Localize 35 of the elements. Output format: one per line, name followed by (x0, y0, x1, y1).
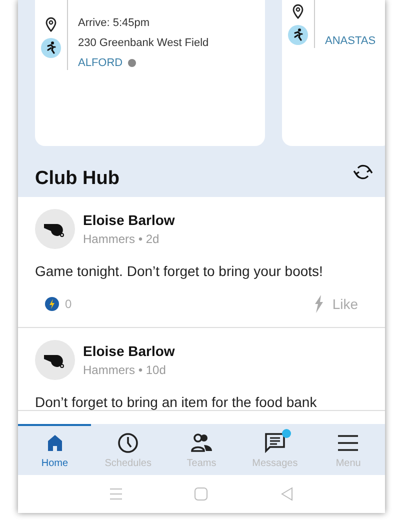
chat-icon (264, 432, 286, 454)
reaction-count: 0 (65, 297, 72, 311)
post-text: Don’t forget to bring an item for the food bank (35, 394, 318, 410)
team-name: ANASTAS (325, 35, 376, 47)
team-name: ALFORD (78, 57, 123, 69)
nav-tab[interactable]: Messages (238, 424, 312, 475)
author-name: Eloise Barlow (83, 343, 175, 359)
event-card[interactable]: ANASTAS (282, 0, 385, 146)
nav-tab[interactable]: Schedules (91, 424, 165, 475)
arrival-time: Arrive: 5:45pm (78, 17, 151, 29)
location-pin-icon (292, 4, 304, 19)
section-title: Club Hub (35, 168, 120, 190)
runner-icon (288, 25, 308, 45)
event-card[interactable]: Arrive: 5:45pm 230 Greenbank West Field ALFORD (35, 0, 265, 146)
author-name: Eloise Barlow (83, 212, 175, 228)
recents-icon[interactable] (108, 487, 123, 501)
clock-icon (117, 432, 140, 454)
whistle-avatar-icon (35, 209, 75, 249)
whistle-avatar-icon (35, 340, 75, 380)
nav-tab[interactable]: Teams (164, 424, 238, 475)
like-button[interactable]: Like (314, 295, 358, 313)
post-meta: Hammers • 10d (83, 363, 167, 377)
runner-icon (41, 38, 61, 58)
post-meta: Hammers • 2d (83, 232, 160, 246)
menu-icon (337, 434, 360, 452)
lightning-icon (314, 295, 324, 313)
post-text: Game tonight. Don’t forget to bring your boots! (35, 263, 324, 279)
nav-tab[interactable]: Menu (312, 424, 385, 475)
people-icon (190, 433, 214, 453)
refresh-icon[interactable] (353, 162, 373, 180)
home-button-icon[interactable] (194, 487, 208, 501)
location-text: 230 Greenbank West Field (78, 37, 209, 49)
location-pin-icon (45, 17, 57, 32)
back-icon[interactable] (280, 487, 294, 501)
lightning-badge-icon (45, 297, 59, 311)
